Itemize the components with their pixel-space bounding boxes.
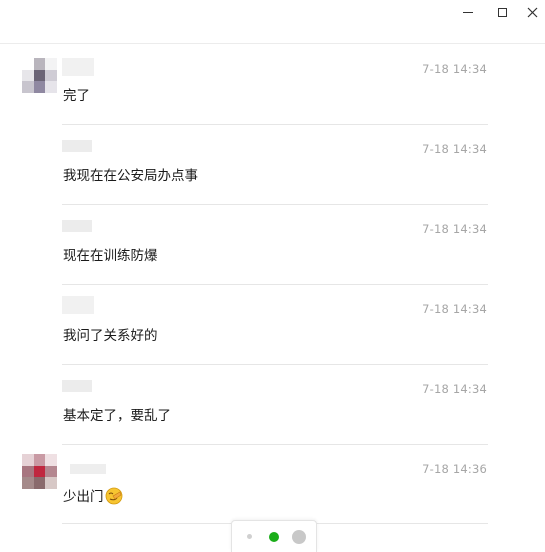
message-item[interactable]: 7-18 14:34 我问了关系好的 (0, 284, 545, 365)
avatar[interactable] (22, 58, 57, 93)
page-dot-2[interactable] (269, 532, 279, 542)
message-item[interactable]: 7-18 14:34 我现在在公安局办点事 (0, 124, 545, 205)
message-item[interactable]: 7-18 14:36 少出门 (0, 444, 545, 524)
sender-name-blurred (70, 464, 106, 474)
close-button[interactable] (519, 3, 545, 21)
maximize-button[interactable] (489, 3, 515, 21)
message-text: 基本定了，要乱了 (63, 408, 171, 424)
minimize-button[interactable] (455, 3, 481, 21)
minimize-icon (463, 11, 473, 13)
sender-name-blurred (62, 140, 92, 152)
message-time: 7-18 14:34 (422, 222, 487, 236)
message-item[interactable]: 7-18 14:34 完了 (0, 44, 545, 125)
maximize-icon (497, 7, 507, 17)
sender-name-blurred (62, 296, 94, 314)
sender-name-blurred (62, 220, 92, 232)
message-time: 7-18 14:36 (422, 462, 487, 476)
close-icon (527, 7, 537, 17)
message-time: 7-18 14:34 (422, 302, 487, 316)
message-item[interactable]: 7-18 14:34 现在在训练防爆 (0, 204, 545, 285)
page-dot-3[interactable] (292, 530, 306, 544)
message-time: 7-18 14:34 (422, 62, 487, 76)
sender-name-blurred (62, 380, 92, 392)
message-time: 7-18 14:34 (422, 382, 487, 396)
message-text: 少出门 (63, 485, 123, 505)
message-text-content: 少出门 (63, 489, 104, 505)
title-bar (0, 0, 545, 44)
message-text: 现在在训练防爆 (63, 248, 158, 264)
facepalm-emoji-icon (105, 487, 122, 505)
message-item[interactable]: 7-18 14:34 基本定了，要乱了 (0, 364, 545, 445)
message-time: 7-18 14:34 (422, 142, 487, 156)
page-dot-1[interactable] (247, 534, 252, 539)
sender-name-blurred (62, 58, 94, 76)
message-text: 完了 (63, 88, 90, 104)
page-indicator (231, 520, 317, 552)
avatar[interactable] (22, 454, 57, 489)
message-text: 我现在在公安局办点事 (63, 168, 198, 184)
message-text: 我问了关系好的 (63, 328, 158, 344)
